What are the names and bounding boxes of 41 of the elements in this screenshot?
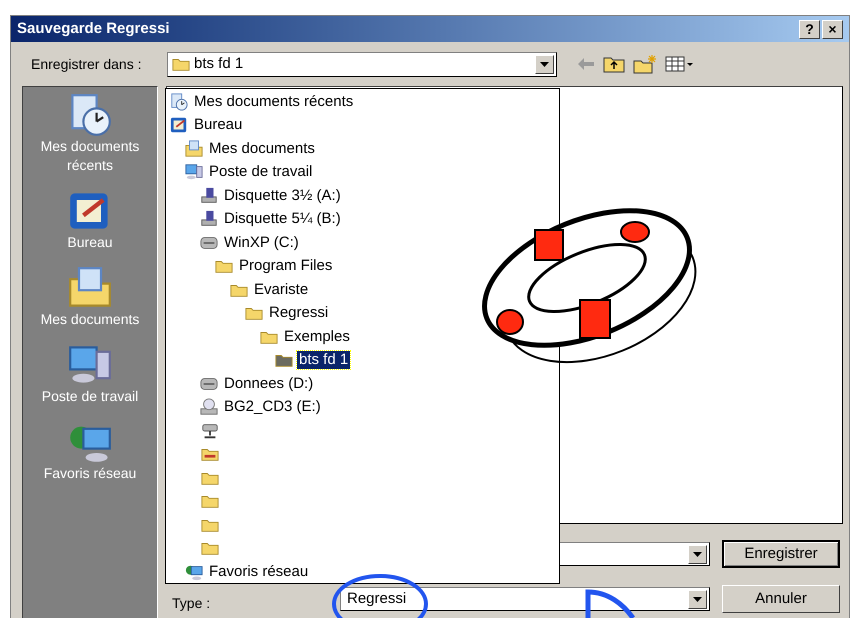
documents-folder-icon	[185, 140, 203, 158]
floppy-drive-icon	[200, 186, 218, 205]
help-button[interactable]: ?	[799, 20, 820, 38]
network-icon	[185, 562, 203, 581]
location-item[interactable]: WinXP (C:)	[222, 234, 301, 252]
window-title: Sauvegarde Regressi	[17, 18, 171, 39]
save-in-combo[interactable]: bts fd 1	[167, 52, 557, 76]
clock-document-icon	[170, 92, 188, 111]
location-item[interactable]: Disquette 5¼ (B:)	[222, 210, 343, 228]
floppy-drive-icon	[200, 210, 218, 228]
location-item[interactable]: Donnees (D:)	[222, 374, 316, 393]
location-item[interactable]: BG2_CD3 (E:)	[222, 398, 323, 416]
cancel-button[interactable]: Annuler	[722, 585, 840, 613]
desktop-icon	[170, 116, 188, 134]
dropdown-button[interactable]	[535, 54, 554, 74]
places-item[interactable]: Favoris réseau	[28, 464, 152, 483]
dropdown-button[interactable]	[688, 544, 707, 564]
places-item[interactable]: Mes documents récents	[28, 137, 152, 175]
location-item[interactable]: Regressi	[267, 304, 330, 322]
location-item[interactable]: Exemples	[282, 328, 352, 346]
computer-icon	[185, 163, 203, 182]
view-menu-icon[interactable]	[665, 56, 693, 72]
places-item[interactable]: Poste de travail	[28, 387, 152, 406]
dropdown-button[interactable]	[688, 590, 707, 608]
file-type-label: Type :	[172, 595, 210, 611]
places-item[interactable]: Mes documents	[28, 310, 152, 329]
network-drive-icon	[201, 422, 219, 440]
save-button[interactable]: Enregistrer	[722, 540, 840, 568]
caret-icon	[693, 552, 702, 556]
file-type-combo[interactable]: Regressi	[340, 587, 710, 611]
location-item[interactable]: bts fd 1	[297, 351, 350, 370]
location-item[interactable]: Program Files	[237, 257, 334, 276]
save-in-label: Enregistrer dans :	[31, 54, 142, 74]
places-item[interactable]: Bureau	[28, 233, 152, 252]
caret-icon	[540, 62, 549, 66]
cd-drive-icon	[200, 398, 218, 416]
new-folder-icon[interactable]	[633, 54, 657, 74]
close-button[interactable]: ×	[822, 20, 843, 38]
location-item[interactable]: Disquette 3½ (A:)	[222, 186, 343, 205]
caret-icon	[693, 596, 702, 602]
up-folder-icon[interactable]	[603, 55, 625, 73]
